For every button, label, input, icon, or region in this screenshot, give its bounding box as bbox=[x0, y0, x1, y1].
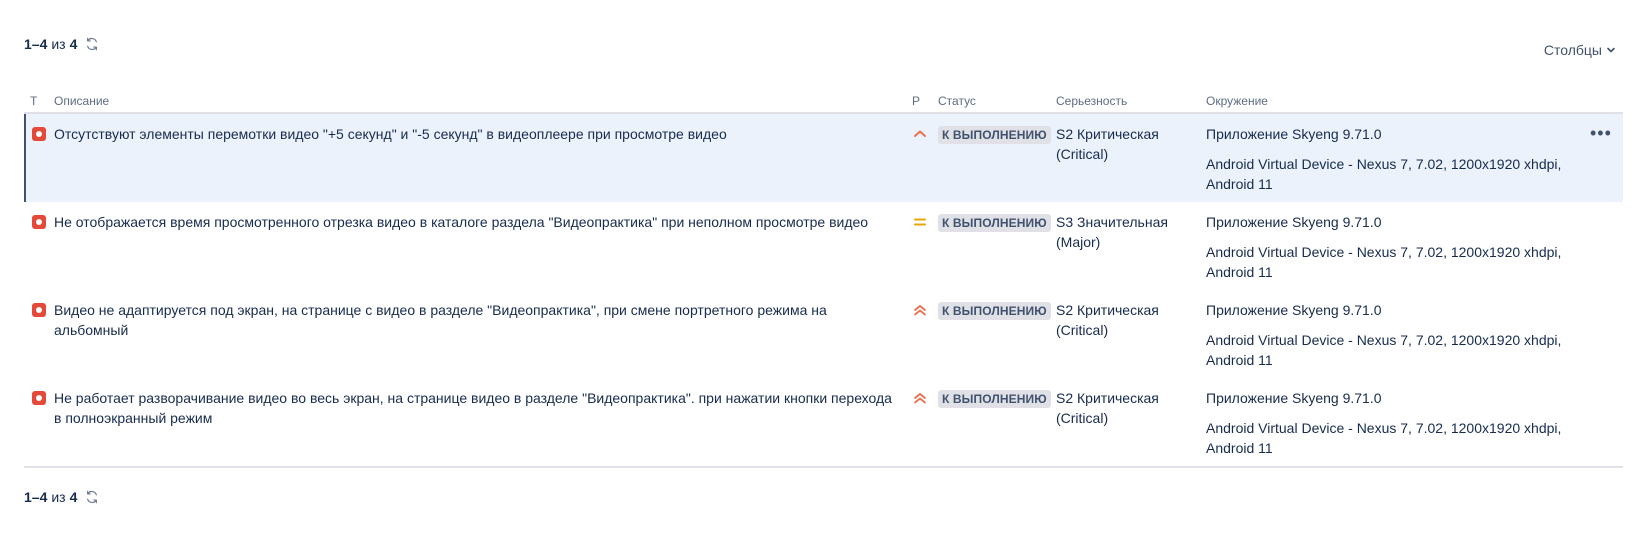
column-header-description[interactable]: Описание bbox=[54, 89, 912, 114]
pagination-range: 1–4 bbox=[24, 36, 48, 52]
pagination-of-label: из bbox=[51, 489, 66, 505]
issue-severity: S3 Значительная (Major) bbox=[1056, 214, 1168, 250]
table-row[interactable]: Отсутствуют элементы перемотки видео "+5… bbox=[24, 113, 1623, 202]
status-badge[interactable]: К ВЫПОЛНЕНИЮ bbox=[938, 214, 1051, 232]
environment-app: Приложение Skyeng 9.71.0 bbox=[1206, 214, 1382, 230]
bug-icon bbox=[32, 303, 46, 317]
refresh-icon[interactable] bbox=[85, 37, 99, 51]
environment-device: Android Virtual Device - Nexus 7, 7.02, … bbox=[1206, 156, 1562, 192]
pagination-total: 4 bbox=[69, 489, 78, 505]
pagination-total: 4 bbox=[69, 36, 78, 52]
column-header-status[interactable]: Статус bbox=[938, 89, 1056, 114]
issue-description[interactable]: Не отображается время просмотренного отр… bbox=[54, 214, 868, 230]
column-header-priority[interactable]: P bbox=[912, 89, 938, 114]
issue-severity: S2 Критическая (Critical) bbox=[1056, 302, 1159, 338]
issue-severity: S2 Критическая (Critical) bbox=[1056, 126, 1159, 162]
pagination-summary: 1–4 из 4 bbox=[24, 36, 99, 52]
table-header-row: Т Описание P Статус Серьезность Окружени… bbox=[24, 89, 1623, 114]
priority-highest-icon bbox=[914, 305, 926, 316]
priority-high-icon bbox=[914, 130, 926, 137]
column-header-type[interactable]: Т bbox=[24, 89, 54, 114]
status-badge[interactable]: К ВЫПОЛНЕНИЮ bbox=[938, 302, 1051, 320]
refresh-icon[interactable] bbox=[85, 490, 99, 504]
priority-highest-icon bbox=[914, 393, 926, 404]
columns-button-label: Столбцы bbox=[1543, 42, 1602, 58]
issue-description[interactable]: Не работает разворачивание видео во весь… bbox=[54, 390, 892, 426]
issue-description[interactable]: Отсутствуют элементы перемотки видео "+5… bbox=[54, 126, 727, 142]
bug-icon bbox=[32, 215, 46, 229]
table-row[interactable]: Видео не адаптируется под экран, на стра… bbox=[24, 290, 1623, 378]
environment-device: Android Virtual Device - Nexus 7, 7.02, … bbox=[1206, 332, 1562, 368]
issue-severity: S2 Критическая (Critical) bbox=[1056, 390, 1159, 426]
chevron-down-icon bbox=[1607, 47, 1615, 53]
environment-app: Приложение Skyeng 9.71.0 bbox=[1206, 390, 1382, 406]
environment-device: Android Virtual Device - Nexus 7, 7.02, … bbox=[1206, 244, 1562, 280]
issues-table: Т Описание P Статус Серьезность Окружени… bbox=[24, 89, 1623, 468]
pagination-summary-bottom: 1–4 из 4 bbox=[24, 489, 99, 505]
table-row[interactable]: Не работает разворачивание видео во весь… bbox=[24, 378, 1623, 468]
column-header-actions bbox=[1566, 89, 1623, 114]
pagination-range: 1–4 bbox=[24, 489, 48, 505]
column-header-severity[interactable]: Серьезность bbox=[1056, 89, 1206, 114]
environment-app: Приложение Skyeng 9.71.0 bbox=[1206, 302, 1382, 318]
environment-app: Приложение Skyeng 9.71.0 bbox=[1206, 126, 1382, 142]
priority-medium-icon bbox=[914, 218, 926, 226]
issue-description[interactable]: Видео не адаптируется под экран, на стра… bbox=[54, 302, 827, 338]
bug-icon bbox=[32, 391, 46, 405]
status-badge[interactable]: К ВЫПОЛНЕНИЮ bbox=[938, 390, 1051, 408]
columns-button[interactable]: Столбцы bbox=[1544, 42, 1616, 58]
column-header-environment[interactable]: Окружение bbox=[1206, 89, 1566, 114]
environment-device: Android Virtual Device - Nexus 7, 7.02, … bbox=[1206, 420, 1562, 456]
bug-icon bbox=[32, 127, 46, 141]
pagination-of-label: из bbox=[51, 36, 66, 52]
status-badge[interactable]: К ВЫПОЛНЕНИЮ bbox=[938, 126, 1051, 144]
table-row[interactable]: Не отображается время просмотренного отр… bbox=[24, 202, 1623, 290]
more-horizontal-icon[interactable]: ••• bbox=[1590, 124, 1612, 142]
